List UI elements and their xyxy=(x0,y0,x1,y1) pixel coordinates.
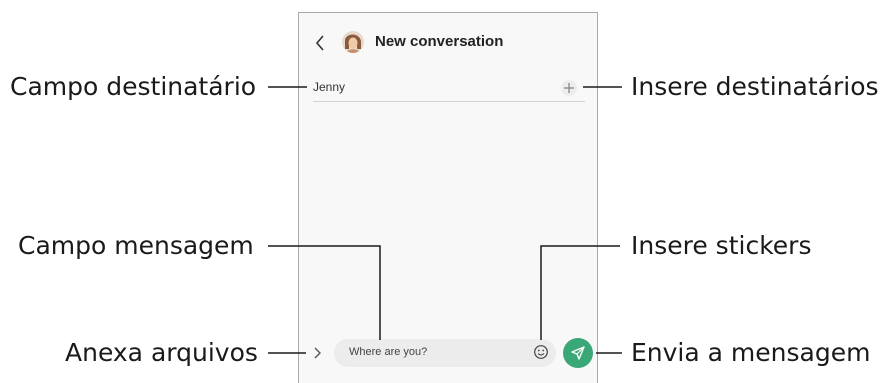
chevron-right-icon[interactable] xyxy=(311,345,323,361)
message-placeholder: Where are you? xyxy=(349,346,428,358)
callout-add-recipients: Insere destinatários xyxy=(631,72,879,101)
recipient-divider xyxy=(313,101,585,102)
emoji-icon[interactable] xyxy=(533,344,549,360)
conversation-title: New conversation xyxy=(375,33,504,50)
callout-stickers: Insere stickers xyxy=(631,231,812,260)
callout-message-field: Campo mensagem xyxy=(18,231,254,260)
plus-icon[interactable] xyxy=(560,79,578,97)
send-icon xyxy=(571,346,585,360)
phone-screen xyxy=(298,12,598,383)
callout-recipient-field: Campo destinatário xyxy=(10,72,257,101)
chevron-left-icon[interactable] xyxy=(313,33,327,53)
callout-send-message: Envia a mensagem xyxy=(631,338,871,367)
send-button[interactable] xyxy=(563,338,593,368)
callout-attach-files: Anexa arquivos xyxy=(65,338,258,367)
recipient-field[interactable]: Jenny xyxy=(313,80,345,94)
contact-avatar xyxy=(342,31,364,53)
